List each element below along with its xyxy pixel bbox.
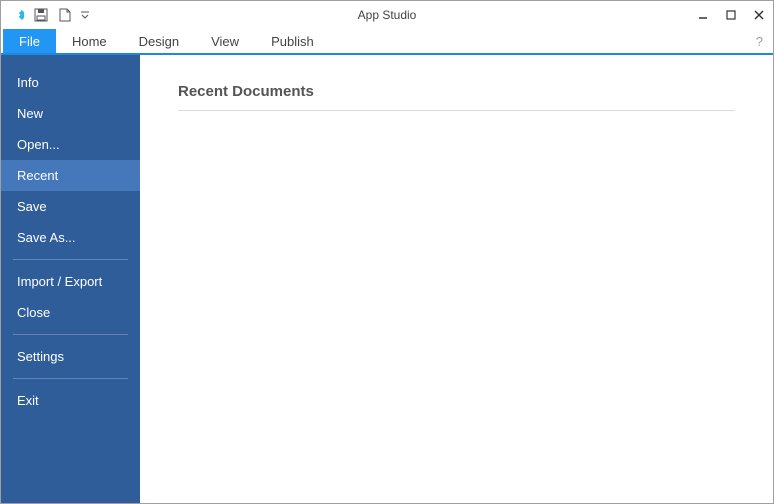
window-title: App Studio	[1, 8, 773, 22]
title-bar: App Studio	[1, 1, 773, 29]
ribbon-tabs: File Home Design View Publish ?	[1, 29, 773, 55]
sidebar-item-recent[interactable]: Recent	[1, 160, 140, 191]
content-panel: Recent Documents	[140, 55, 773, 503]
sidebar-item-new[interactable]: New	[1, 98, 140, 129]
app-logo-icon	[7, 5, 27, 25]
tab-design[interactable]: Design	[123, 29, 195, 53]
minimize-button[interactable]	[689, 1, 717, 29]
sidebar-item-info[interactable]: Info	[1, 67, 140, 98]
app-window: App Studio File Home Design View Publish…	[0, 0, 774, 504]
window-controls	[689, 1, 773, 29]
tab-file[interactable]: File	[3, 29, 56, 53]
new-document-icon[interactable]	[55, 5, 75, 25]
quick-access-toolbar	[1, 5, 91, 25]
backstage-body: Info New Open... Recent Save Save As... …	[1, 55, 773, 503]
maximize-button[interactable]	[717, 1, 745, 29]
sidebar-item-close[interactable]: Close	[1, 297, 140, 328]
sidebar-item-open[interactable]: Open...	[1, 129, 140, 160]
help-button[interactable]: ?	[746, 29, 773, 53]
tab-home[interactable]: Home	[56, 29, 123, 53]
sidebar-item-exit[interactable]: Exit	[1, 385, 140, 416]
sidebar-item-save-as[interactable]: Save As...	[1, 222, 140, 253]
sidebar-item-save[interactable]: Save	[1, 191, 140, 222]
sidebar-separator	[13, 259, 128, 260]
sidebar-separator	[13, 378, 128, 379]
content-heading: Recent Documents	[178, 83, 735, 100]
sidebar-item-settings[interactable]: Settings	[1, 341, 140, 372]
sidebar-item-import-export[interactable]: Import / Export	[1, 266, 140, 297]
tab-view[interactable]: View	[195, 29, 255, 53]
close-button[interactable]	[745, 1, 773, 29]
qat-dropdown-icon[interactable]	[79, 5, 91, 25]
tab-publish[interactable]: Publish	[255, 29, 330, 53]
sidebar-separator	[13, 334, 128, 335]
content-divider	[178, 110, 735, 111]
backstage-sidebar: Info New Open... Recent Save Save As... …	[1, 55, 140, 503]
save-icon[interactable]	[31, 5, 51, 25]
